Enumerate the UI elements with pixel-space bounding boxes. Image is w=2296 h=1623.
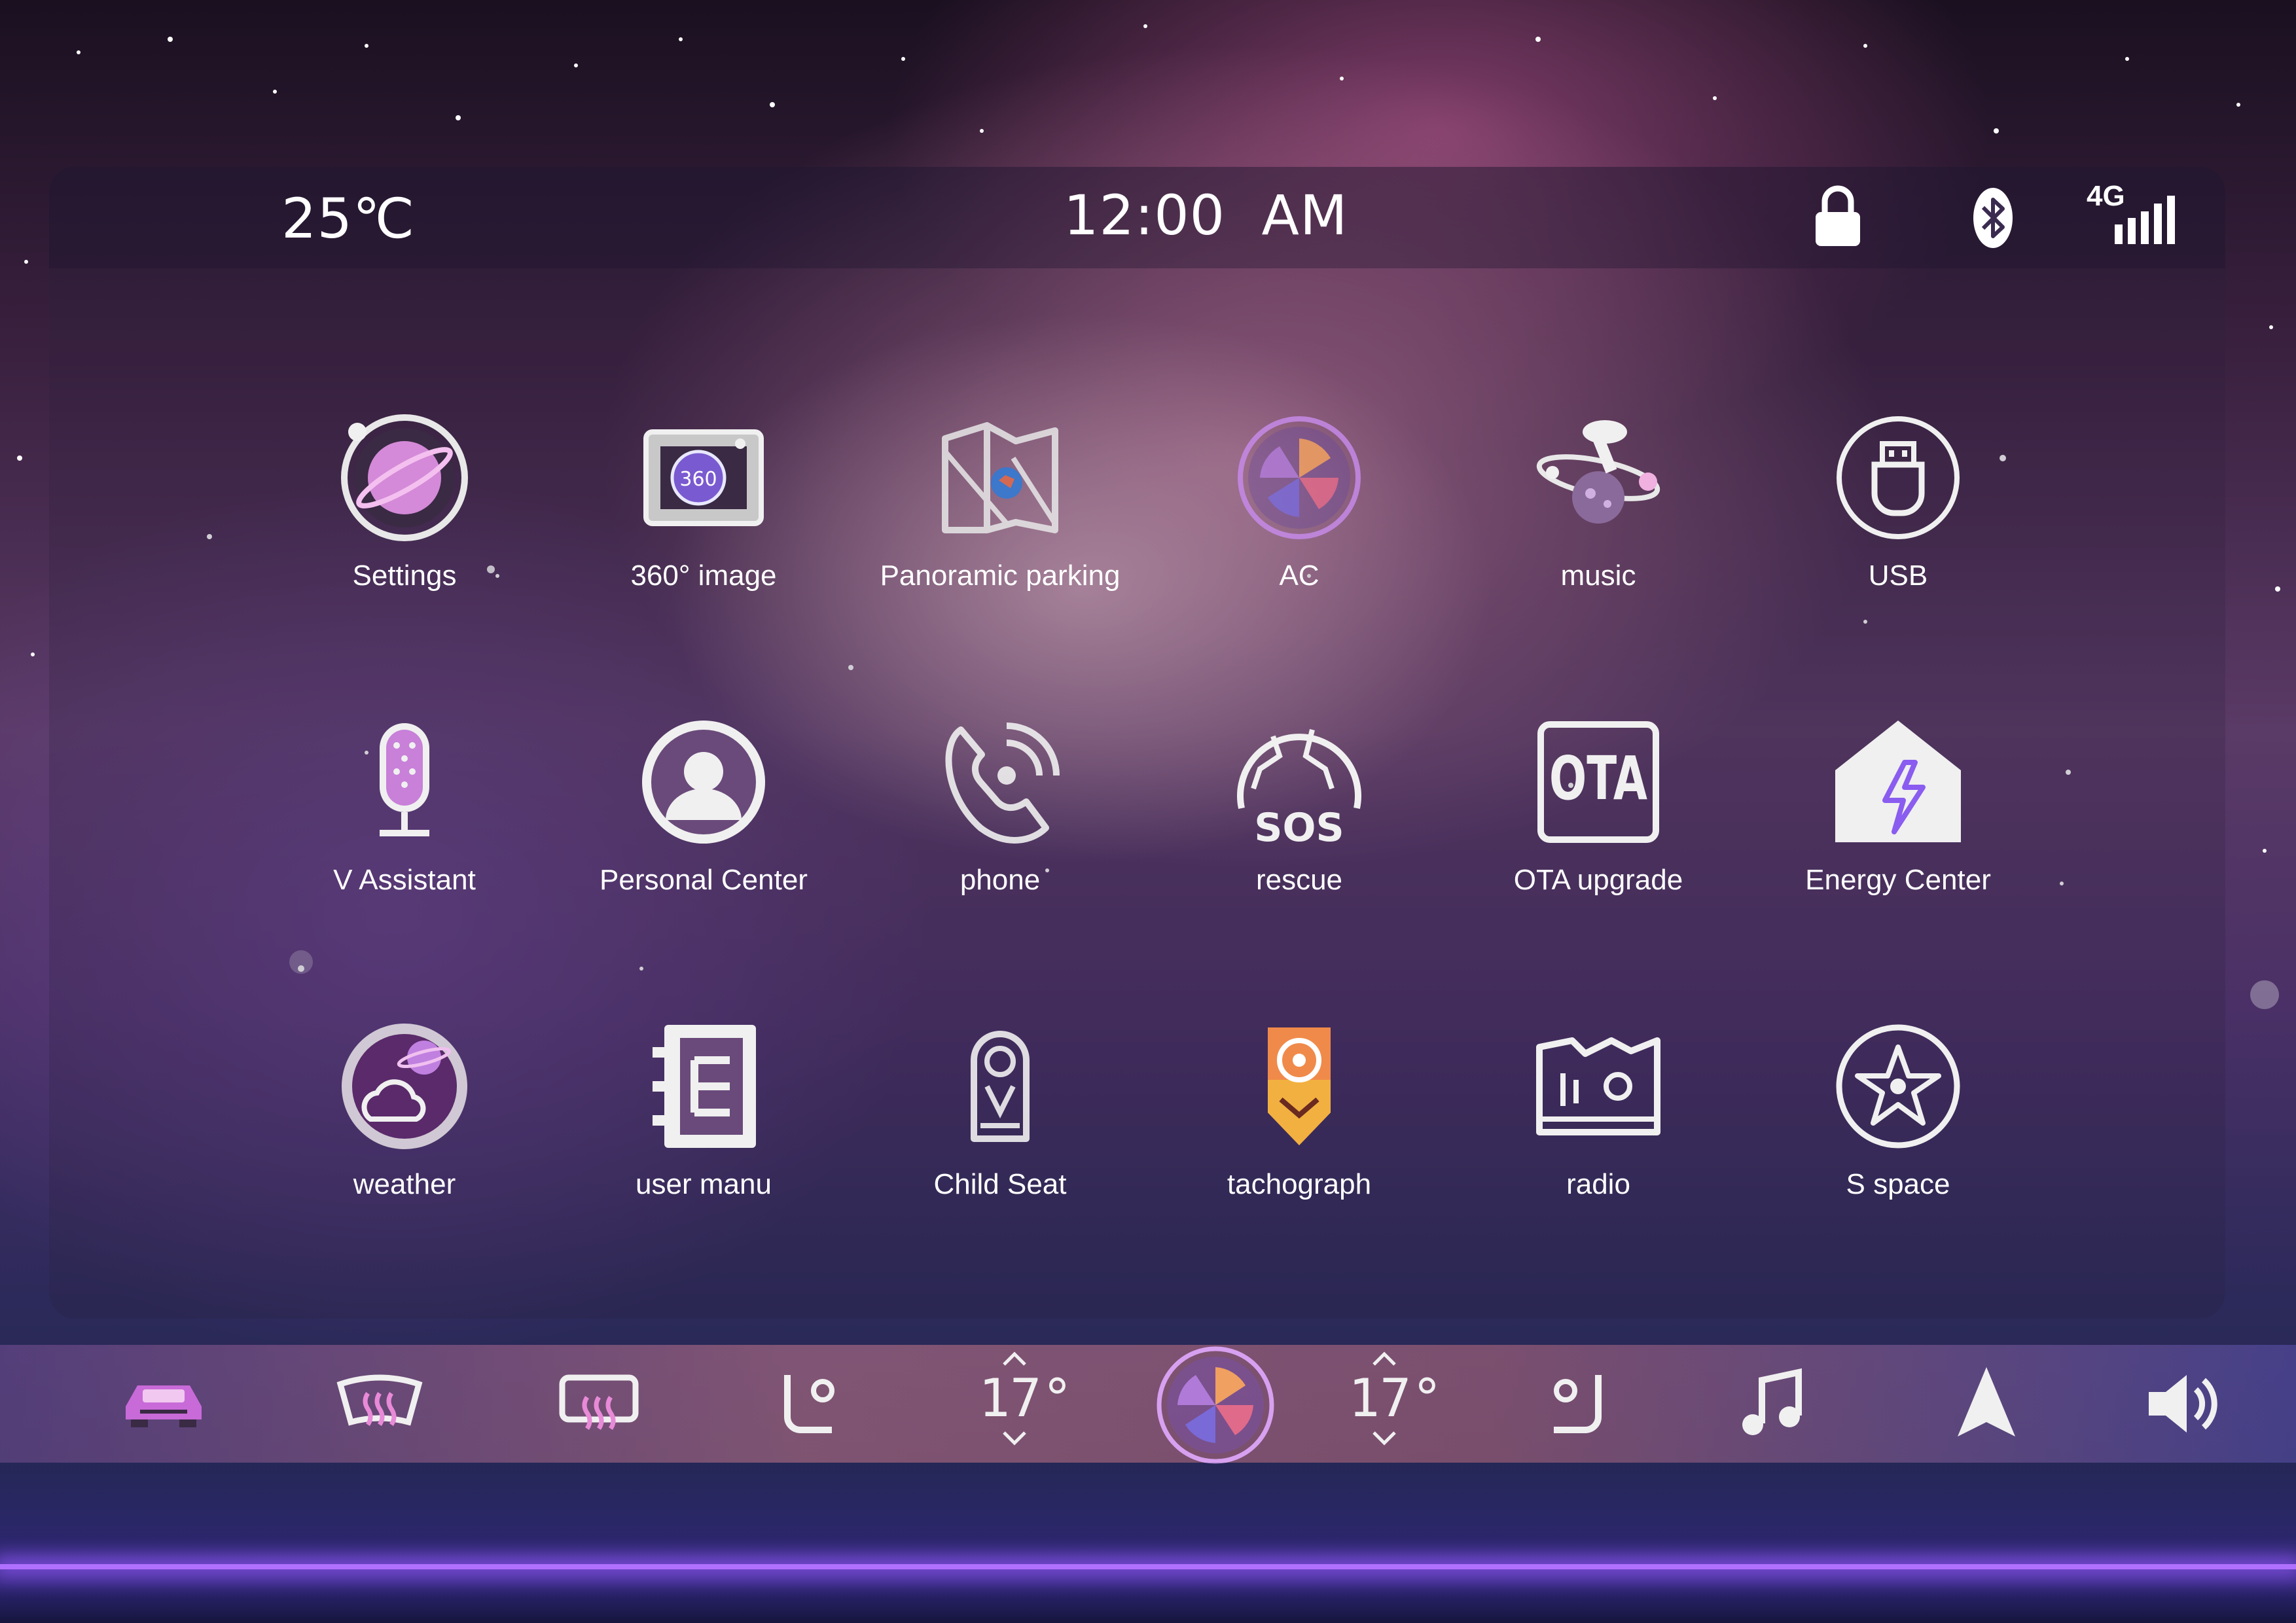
app-label: weather xyxy=(353,1168,456,1200)
sos-globe-icon: SOS xyxy=(1237,729,1361,847)
svg-text:SOS: SOS xyxy=(1254,805,1344,847)
app-label: V Assistant xyxy=(333,864,476,896)
app-user-manual[interactable]: user manu xyxy=(553,1021,854,1270)
app-label: S space xyxy=(1846,1168,1950,1200)
driver-seat-icon[interactable] xyxy=(756,1351,861,1456)
ac-fan-button[interactable] xyxy=(1155,1345,1276,1466)
app-v-assistant[interactable]: V Assistant xyxy=(254,717,555,965)
app-personal-center[interactable]: Personal Center xyxy=(553,717,854,965)
ota-icon: OTA xyxy=(1537,721,1659,843)
app-label: rescue xyxy=(1255,864,1343,896)
app-label: music xyxy=(1560,560,1636,592)
app-child-seat[interactable]: Child Seat xyxy=(850,1021,1151,1270)
volume-icon[interactable] xyxy=(2130,1351,2235,1456)
app-label: Personal Center xyxy=(600,864,808,896)
app-rescue[interactable]: SOS rescue xyxy=(1149,717,1450,965)
app-settings[interactable]: Settings xyxy=(254,412,555,661)
left-temp-value: 17° xyxy=(978,1368,1073,1429)
clock: 12:00 AM xyxy=(1064,183,1348,247)
app-s-space[interactable]: S space xyxy=(1748,1021,2049,1270)
app-label: user manu xyxy=(636,1168,772,1200)
right-temp-value: 17° xyxy=(1348,1368,1443,1429)
app-label: radio xyxy=(1566,1168,1630,1200)
weather-planet-icon xyxy=(342,1024,467,1149)
energy-house-icon xyxy=(1835,721,1961,842)
app-label: 360° image xyxy=(630,560,777,592)
app-label: Energy Center xyxy=(1805,864,1991,896)
camera-360-icon: 360 xyxy=(643,429,764,526)
app-label: Child Seat xyxy=(933,1168,1067,1200)
passenger-seat-icon[interactable] xyxy=(1525,1351,1630,1456)
settings-planet-icon xyxy=(341,414,468,541)
phone-icon xyxy=(945,722,1060,844)
app-tachograph[interactable]: tachograph xyxy=(1149,1021,1450,1270)
svg-text:OTA: OTA xyxy=(1549,743,1647,813)
navigation-icon[interactable] xyxy=(1934,1351,2039,1456)
app-ota-upgrade[interactable]: OTA OTA upgrade xyxy=(1448,717,1749,965)
signal-strength-icon xyxy=(2115,196,2175,244)
bottom-glow xyxy=(0,1463,2296,1623)
user-avatar-icon xyxy=(642,721,765,844)
chevron-down-icon[interactable] xyxy=(1001,1431,1028,1446)
radio-icon xyxy=(1536,1037,1660,1135)
app-label: USB xyxy=(1868,560,1928,592)
temperature-readout: 25℃ xyxy=(281,187,416,251)
app-panoramic-parking[interactable]: Panoramic parking xyxy=(850,412,1151,661)
app-energy-center[interactable]: Energy Center xyxy=(1748,717,2049,965)
app-label: Settings xyxy=(352,560,457,592)
fan-icon xyxy=(1238,416,1361,539)
app-360-image[interactable]: 360 360° image xyxy=(553,412,854,661)
front-defrost-icon[interactable] xyxy=(327,1351,432,1456)
rear-defrost-icon[interactable] xyxy=(547,1351,651,1456)
manual-book-icon xyxy=(653,1025,756,1148)
app-ac[interactable]: AC xyxy=(1149,412,1450,661)
music-note-icon[interactable] xyxy=(1721,1351,1826,1456)
child-seat-icon xyxy=(971,1031,1030,1142)
usb-icon xyxy=(1837,416,1960,539)
microphone-icon xyxy=(380,723,429,836)
astronaut-music-icon xyxy=(1536,420,1660,524)
app-label: Panoramic parking xyxy=(880,560,1121,592)
bluetooth-icon[interactable] xyxy=(1970,185,2016,251)
lock-icon[interactable] xyxy=(1813,183,1863,249)
compass-star-icon xyxy=(1836,1024,1960,1149)
left-temp-control[interactable]: 17° xyxy=(978,1351,1073,1463)
chevron-down-icon[interactable] xyxy=(1371,1431,1397,1446)
neon-strip xyxy=(0,1564,2296,1569)
app-label: tachograph xyxy=(1227,1168,1372,1200)
app-weather[interactable]: weather xyxy=(254,1021,555,1270)
svg-text:360: 360 xyxy=(679,468,717,491)
app-label: phone xyxy=(960,864,1041,896)
car-icon[interactable] xyxy=(111,1351,216,1456)
app-radio[interactable]: radio xyxy=(1448,1021,1749,1270)
tachograph-camera-icon xyxy=(1268,1027,1331,1145)
app-music[interactable]: music xyxy=(1448,412,1749,661)
app-label: AC xyxy=(1279,560,1319,592)
map-location-icon xyxy=(942,422,1058,533)
app-label: OTA upgrade xyxy=(1513,864,1683,896)
app-usb[interactable]: USB xyxy=(1748,412,2049,661)
chevron-up-icon[interactable] xyxy=(1371,1351,1397,1366)
right-temp-control[interactable]: 17° xyxy=(1348,1351,1443,1463)
app-phone[interactable]: phone xyxy=(850,717,1151,965)
chevron-up-icon[interactable] xyxy=(1001,1351,1028,1366)
